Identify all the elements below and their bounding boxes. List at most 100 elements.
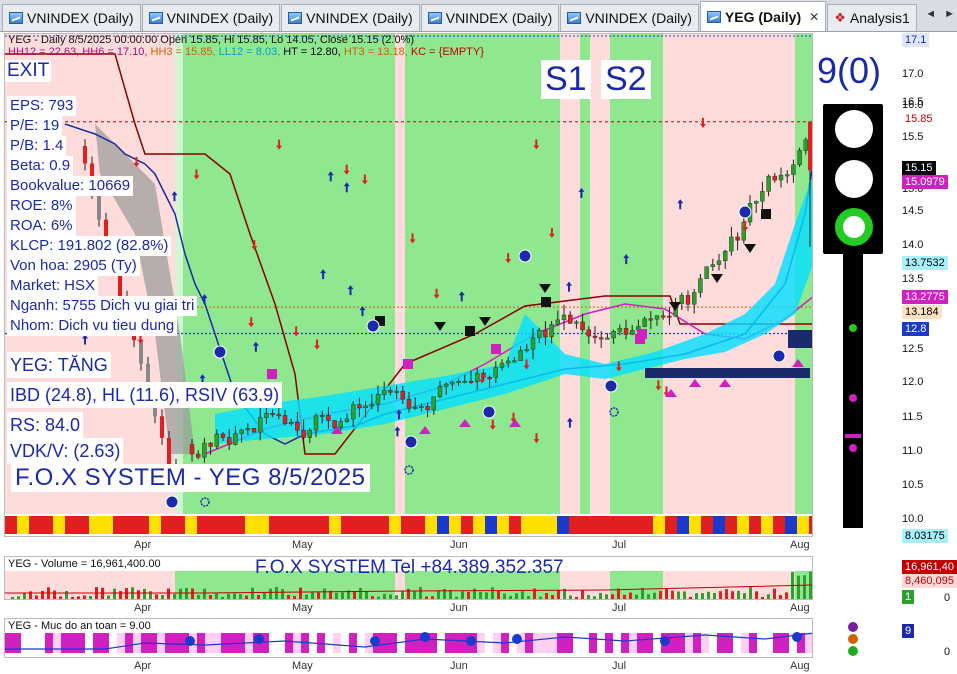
tab-yeg[interactable]: YEG (Daily) ✕ [699, 1, 827, 31]
volume-bar [401, 590, 404, 599]
price-tick: 12.0 [902, 376, 924, 388]
date-tick: Apr [134, 660, 152, 672]
candle-body [617, 327, 622, 332]
safety-cell [533, 633, 541, 653]
volume-bar [263, 592, 266, 599]
candle-body [630, 330, 635, 335]
candle-body [475, 372, 480, 382]
tab-analysis[interactable]: ❖ Analysis1 [827, 4, 917, 31]
industry-label: Nganh: 5755 Dich vu giai tri [7, 296, 198, 316]
strength-strip-cell [653, 516, 665, 534]
price-chart-svg [5, 34, 812, 534]
volume-bar [797, 575, 800, 599]
volume-bar [683, 591, 686, 599]
volume-bar [743, 593, 746, 599]
magenta-dot [849, 394, 857, 402]
volume-bar [731, 591, 734, 599]
candle-body [425, 406, 430, 411]
fox-system-phone: F.O.X SYSTEM Tel +84.389.352.357 [255, 557, 564, 578]
safety-cell [269, 633, 277, 653]
candle-body [685, 295, 691, 305]
safety-dot [420, 632, 430, 642]
price-tick: 16.0 [902, 99, 924, 111]
close-icon[interactable]: ✕ [809, 10, 819, 24]
scroll-left-icon[interactable]: ◄ [925, 8, 936, 20]
volume-bar [485, 592, 488, 599]
safety-cell [541, 633, 549, 653]
volume-bar [449, 589, 452, 599]
tab-vnindex-2[interactable]: VNINDEX (Daily) [141, 4, 281, 31]
exit-label: EXIT [5, 60, 52, 82]
strength-strip-cell [797, 516, 809, 534]
tab-vnindex-4[interactable]: VNINDEX (Daily) [420, 4, 560, 31]
volume-bar [617, 588, 620, 599]
candle-body [313, 415, 319, 431]
amibroker-window: VNINDEX (Daily) VNINDEX (Daily) VNINDEX … [0, 0, 957, 674]
tab-label: VNINDEX (Daily) [585, 10, 692, 26]
safety-cell [669, 633, 677, 653]
purple-dot [848, 622, 858, 632]
safety-cell [653, 633, 661, 653]
signal-square [403, 359, 413, 369]
date-tick: Jul [612, 602, 627, 614]
safety-cell [749, 633, 757, 653]
candle-body [295, 422, 300, 431]
candle-body [195, 453, 201, 458]
safety-cell [637, 633, 645, 653]
safety-cell [173, 633, 181, 653]
strength-strip-cell [269, 516, 281, 534]
chart-header-levels: HH12 = 22.63, HH6 = 17.10, HH3 = 15.85, … [8, 46, 484, 58]
price-tick: 13.5 [902, 273, 924, 285]
safety-cell [285, 633, 293, 653]
volume-bar [41, 590, 44, 599]
volume-bar [53, 590, 56, 599]
price-chart-pane[interactable]: YEG - Daily 8/5/2025 00:00:00 Open 15.85… [4, 33, 813, 537]
scroll-right-icon[interactable]: ► [944, 8, 955, 20]
strength-strip-cell [113, 516, 125, 534]
candle-body [487, 377, 492, 380]
strength-strip-cell [161, 516, 173, 534]
strength-strip-cell [377, 516, 389, 534]
candle-body [555, 319, 560, 325]
candle-body [301, 429, 306, 438]
safety-cell [37, 633, 45, 653]
candle-body [400, 390, 405, 400]
volume-bar [545, 593, 548, 599]
candle-body [419, 406, 424, 408]
magenta-bar [845, 434, 861, 438]
strength-strip-cell [629, 516, 641, 534]
candle-body [468, 380, 474, 383]
klcp-label: KLCP: 191.802 (82.8%) [7, 236, 172, 256]
tab-vnindex-3[interactable]: VNINDEX (Daily) [281, 4, 420, 31]
safety-cell [437, 633, 445, 653]
volume-bar [365, 591, 368, 599]
safety-level-pane[interactable]: YEG - Muc do an toan = 9.00 [4, 618, 813, 658]
tag-text: 15.85 [905, 113, 933, 125]
safety-cell [445, 633, 453, 653]
volume-tag-signal: 1 [902, 590, 915, 604]
signal-square [635, 334, 645, 344]
candle-body [388, 390, 393, 393]
volume-bar [749, 587, 752, 599]
tab-vnindex-1[interactable]: VNINDEX (Daily) [2, 4, 141, 31]
volume-bar [101, 587, 104, 599]
strength-strip-cell [545, 516, 557, 534]
safety-cell [485, 633, 493, 653]
tab-vnindex-5[interactable]: VNINDEX (Daily) [560, 4, 699, 31]
candle-body [444, 383, 449, 387]
safety-cell [565, 633, 573, 653]
candle-body [493, 367, 498, 378]
chart-icon [706, 10, 721, 23]
candle-body [710, 264, 715, 267]
safety-cell [109, 633, 117, 653]
volume-bar [131, 587, 134, 599]
volume-pane[interactable]: YEG - Volume = 16,961,400.00 F.O.X SYSTE… [4, 556, 813, 600]
safety-cell [765, 633, 773, 653]
strength-strip-cell [785, 516, 797, 534]
price-tag-ht3: 13.184 [902, 305, 942, 319]
strength-strip-cell [281, 516, 293, 534]
ll12-value: LL12 = 8.03, [215, 46, 281, 58]
safety-title: YEG - Muc do an toan = 9.00 [8, 620, 151, 632]
safety-cell [453, 633, 461, 653]
safety-cell [5, 633, 13, 653]
